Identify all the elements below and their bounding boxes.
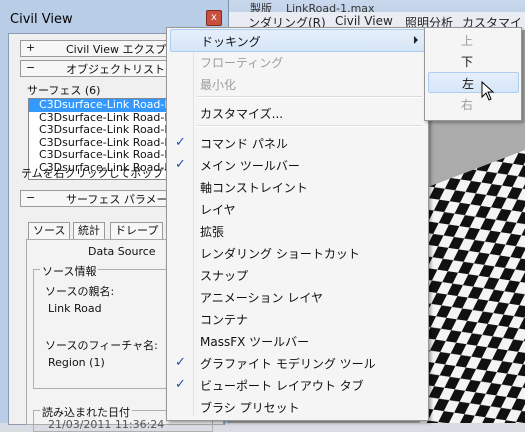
menu-item-docking[interactable]: ドッキング <box>170 29 427 52</box>
menu-item-minimize[interactable]: 最小化 <box>170 73 425 94</box>
rollout-label: オブジェクトリスト <box>66 63 165 76</box>
submenu-item-left[interactable]: 左 <box>428 72 519 93</box>
menu-item-label: ブラシ プリセット <box>200 401 300 415</box>
source-feature-label: ソースのフィーチャ名: <box>45 339 158 352</box>
mouse-cursor-icon <box>481 81 495 101</box>
menu-item-graphite-modeling-tools[interactable]: ✓ グラファイト モデリング ツール <box>170 352 425 373</box>
menu-item-label: グラファイト モデリング ツール <box>200 357 376 371</box>
menu-item-layers[interactable]: レイヤ <box>170 198 425 219</box>
menu-item-label: レイヤ <box>200 203 236 217</box>
menu-item-label: 拡張 <box>200 225 225 239</box>
expand-icon: + <box>26 41 36 54</box>
source-feature-value: Region (1) <box>48 356 105 369</box>
rollout-label: サーフェス パラメータ <box>66 193 179 206</box>
menu-item-label: レンダリング ショートカット <box>200 247 360 261</box>
check-icon: ✓ <box>175 135 186 150</box>
menu-item-label: ドッキング <box>201 35 261 49</box>
collapse-icon: − <box>26 191 36 204</box>
menu-item-animation-layers[interactable]: アニメーション レイヤ <box>170 286 425 307</box>
menu-item-label: コマンド パネル <box>200 137 288 151</box>
loaded-date-value: 21/03/2011 11:36:24 <box>48 418 165 431</box>
menu-civil-view[interactable]: Civil View <box>335 14 393 28</box>
source-parent-value: Link Road <box>48 302 102 315</box>
menu-item-label: カスタマイズ... <box>200 107 284 121</box>
surfaces-count-label: サーフェス (6) <box>27 84 101 97</box>
menu-item-extras[interactable]: 拡張 <box>170 220 425 241</box>
submenu-item-top[interactable]: 上 <box>428 30 517 49</box>
menu-item-brush-presets[interactable]: ブラシ プリセット <box>170 396 425 417</box>
menu-item-render-shortcuts[interactable]: レンダリング ショートカット <box>170 242 425 263</box>
menu-item-label: コンテナ <box>200 313 249 327</box>
submenu-item-label: 下 <box>461 55 474 69</box>
submenu-item-right[interactable]: 右 <box>428 94 517 113</box>
menu-item-label: 軸コンストレイント <box>200 181 308 195</box>
check-icon: ✓ <box>175 157 186 172</box>
submenu-item-label: 右 <box>461 98 474 112</box>
panel-title: Civil View <box>10 12 73 27</box>
docking-submenu: 上 下 左 右 <box>424 27 522 121</box>
menu-separator <box>197 96 422 98</box>
collapse-icon: − <box>26 61 36 74</box>
menu-item-label: スナップ <box>200 269 249 283</box>
submenu-item-label: 左 <box>462 77 475 91</box>
menu-item-label: MassFX ツールバー <box>200 335 310 349</box>
menu-item-main-toolbar[interactable]: ✓ メイン ツールバー <box>170 154 425 175</box>
menu-item-label: フローティング <box>200 56 284 70</box>
submenu-item-label: 上 <box>461 34 474 48</box>
menu-item-containers[interactable]: コンテナ <box>170 308 425 329</box>
submenu-item-bottom[interactable]: 下 <box>428 51 517 70</box>
tab-statistics[interactable]: 統計 <box>73 222 105 240</box>
menu-item-axis-constraints[interactable]: 軸コンストレイント <box>170 176 425 197</box>
tab-source[interactable]: ソース <box>28 222 71 240</box>
menu-item-label: ビューポート レイアウト タブ <box>200 379 364 393</box>
menu-item-label: アニメーション レイヤ <box>200 291 323 305</box>
menu-item-customize[interactable]: カスタマイズ... <box>170 102 425 123</box>
menu-item-massfx-toolbar[interactable]: MassFX ツールバー <box>170 330 425 351</box>
menu-item-viewport-layout-tabs[interactable]: ✓ ビューポート レイアウト タブ <box>170 374 425 395</box>
close-button[interactable]: x <box>206 10 222 26</box>
menu-item-label: メイン ツールバー <box>200 159 300 173</box>
menu-separator <box>197 125 422 127</box>
checkerboard-surface <box>420 150 525 423</box>
submenu-arrow-icon <box>414 36 418 44</box>
context-menu: ドッキング フローティング 最小化 カスタマイズ... ✓ コマンド パネル ✓… <box>166 27 429 421</box>
source-parent-label: ソースの親名: <box>45 285 115 298</box>
menu-item-command-panel[interactable]: ✓ コマンド パネル <box>170 132 425 153</box>
check-icon: ✓ <box>175 377 186 392</box>
menu-item-label: 最小化 <box>200 78 237 92</box>
menu-item-snaps[interactable]: スナップ <box>170 264 425 285</box>
check-icon: ✓ <box>175 355 186 370</box>
menu-item-floating[interactable]: フローティング <box>170 51 425 72</box>
tab-drape[interactable]: ドレープ <box>110 222 164 240</box>
data-source-heading: Data Source <box>88 245 156 258</box>
source-info-title: ソース情報 <box>40 263 99 279</box>
